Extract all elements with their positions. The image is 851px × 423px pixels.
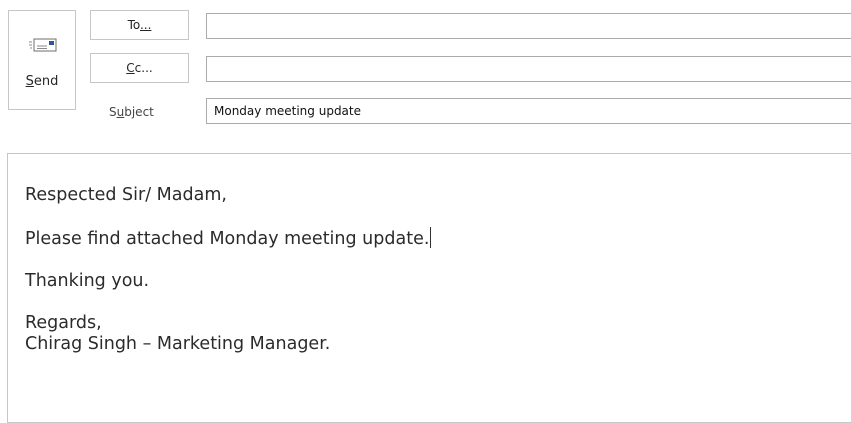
cc-button[interactable]: Cc... <box>90 53 189 83</box>
cc-field[interactable] <box>206 56 851 82</box>
send-button[interactable]: Send <box>8 10 76 110</box>
message-body-text: Respected Sir/ Madam, Please find attach… <box>25 185 432 355</box>
send-mail-icon <box>29 38 57 52</box>
to-button[interactable]: To... <box>90 10 189 40</box>
greeting-line: Respected Sir/ Madam, <box>25 185 227 205</box>
text-cursor <box>430 227 432 248</box>
body-line-2: Thanking you. <box>25 271 150 291</box>
body-line-1: Please find attached Monday meeting upda… <box>25 227 432 249</box>
send-label: Send <box>25 74 59 89</box>
message-body[interactable]: Respected Sir/ Madam, Please find attach… <box>7 153 851 423</box>
subject-field[interactable]: Monday meeting update <box>206 98 851 124</box>
closing-line: Regards, <box>25 313 102 333</box>
subject-label: Subject <box>109 105 154 119</box>
signature-line: Chirag Singh – Marketing Manager. <box>25 334 331 354</box>
to-field[interactable] <box>206 13 851 39</box>
